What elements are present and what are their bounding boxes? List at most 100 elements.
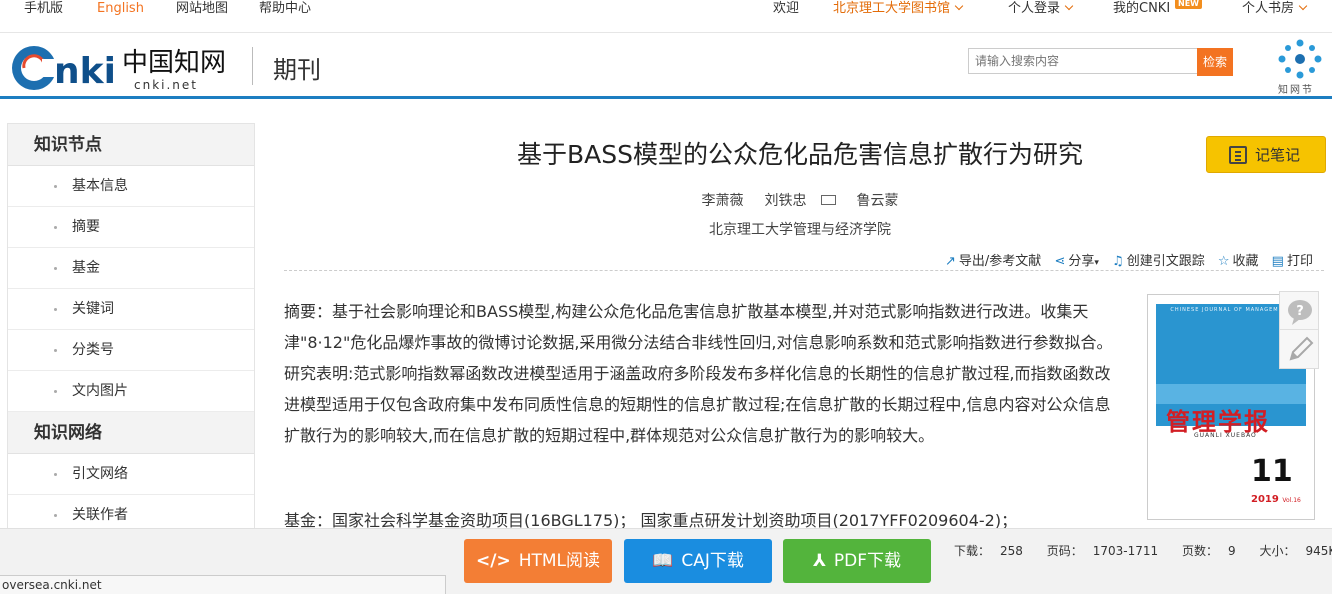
floating-tools: ? xyxy=(1279,291,1319,369)
sidebar-item-classification[interactable]: 分类号 xyxy=(8,330,254,371)
cover-vol: Vol.16 xyxy=(1282,497,1301,504)
sidebar-head-knowledge: 知识节点 xyxy=(8,124,254,166)
pencil-icon xyxy=(1289,336,1314,361)
search-input[interactable] xyxy=(968,48,1198,74)
logo-sub: cnki.net xyxy=(134,78,198,92)
article-title: 基于BASS模型的公众危化品危害信息扩散行为研究 xyxy=(517,140,1083,169)
welcome-text: 欢迎 xyxy=(773,1,800,16)
mobile-link[interactable]: 手机版 xyxy=(24,0,63,18)
take-note-label: 记笔记 xyxy=(1255,146,1301,164)
bookshelf-dropdown[interactable]: 个人书房 xyxy=(1242,0,1308,18)
mail-icon xyxy=(820,195,836,205)
affiliation-link[interactable]: 北京理工大学管理与经济学院 xyxy=(400,219,1200,239)
page-count-value: 9 xyxy=(1228,544,1236,558)
top-bar: 手机版 English 网站地图 帮助中心 欢迎 北京理工大学图书馆 个人登录 … xyxy=(0,0,1332,33)
english-link[interactable]: English xyxy=(97,0,144,18)
sidebar-item-citation-network[interactable]: 引文网络 xyxy=(8,454,254,495)
sidebar-item-keywords[interactable]: 关键词 xyxy=(8,289,254,330)
size-meta: 大小： 945K xyxy=(1260,544,1332,558)
abstract-text: 基于社会影响理论和BASS模型,构建公众危化品危害信息扩散基本模型,并对范式影响… xyxy=(284,302,1113,445)
logo-text: 中国知网 xyxy=(122,48,226,78)
cover-issue: 11 xyxy=(1251,454,1293,489)
take-note-button[interactable]: 记笔记 xyxy=(1206,136,1326,173)
sidebar-head-network: 知识网络 xyxy=(8,412,254,454)
size-value: 945K xyxy=(1305,544,1332,558)
author-list: 李萧薇 刘铁忠 鲁云蒙 xyxy=(400,190,1200,210)
sidebar-item-abstract[interactable]: 摘要 xyxy=(8,207,254,248)
author-link[interactable]: 刘铁忠 xyxy=(758,193,843,209)
author-link[interactable]: 鲁云蒙 xyxy=(857,193,899,209)
downloads-value: 258 xyxy=(1000,544,1023,558)
library-dropdown[interactable]: 北京理工大学图书馆 xyxy=(833,0,964,18)
library-label: 北京理工大学图书馆 xyxy=(833,1,951,16)
author-name: 刘铁忠 xyxy=(764,193,807,209)
article-meta: 下载： 258 页码： 1703-1711 页数： 9 大小： 945K xyxy=(954,542,1332,559)
share-label: 分享 xyxy=(1068,254,1095,269)
print-label: 打印 xyxy=(1286,254,1313,269)
favorite-button[interactable]: ☆ 收藏 xyxy=(1218,254,1259,269)
sitemap-link[interactable]: 网站地图 xyxy=(176,0,228,18)
logo-separator xyxy=(252,47,253,85)
abstract-label: 摘要： xyxy=(284,302,333,321)
downloads-label: 下载： xyxy=(954,544,991,558)
speech-bubble-icon: ? xyxy=(1288,300,1312,325)
article-toolbar: ↗ 导出/参考文献 ⋖ 分享▾ ♫ 创建引文跟踪 ☆ 收藏 ▤ 打印 xyxy=(945,250,1322,269)
pages-meta: 页码： 1703-1711 xyxy=(1047,544,1168,558)
site-header: nki 中国知网 cnki.net 期刊 检索 知网节 xyxy=(0,33,1332,99)
html-read-label: HTML阅读 xyxy=(518,551,600,571)
sidebar-item-figures[interactable]: 文内图片 xyxy=(8,371,254,412)
sidebar-item-fund[interactable]: 基金 xyxy=(8,248,254,289)
downloads-meta: 下载： 258 xyxy=(954,544,1033,558)
chevron-down-icon xyxy=(954,1,964,11)
comment-button[interactable]: ? xyxy=(1280,292,1318,330)
sidebar-item-basic-info[interactable]: 基本信息 xyxy=(8,166,254,207)
pdf-icon: ⅄ xyxy=(812,551,826,571)
share-icon: ⋖ xyxy=(1054,254,1066,269)
edit-button[interactable] xyxy=(1280,330,1318,368)
printer-icon: ▤ xyxy=(1271,254,1284,269)
sidebar: 知识节点 基本信息 摘要 基金 关键词 分类号 文内图片 知识网络 引文网络 关… xyxy=(7,123,255,543)
chevron-down-icon xyxy=(1064,1,1074,11)
svg-text:?: ? xyxy=(1296,304,1304,319)
pdf-download-button[interactable]: ⅄ PDF下载 xyxy=(783,539,931,583)
help-link[interactable]: 帮助中心 xyxy=(259,0,311,18)
caj-download-label: CAJ下载 xyxy=(681,551,744,571)
chevron-down-icon xyxy=(1298,1,1308,11)
search-button[interactable]: 检索 xyxy=(1197,48,1233,76)
caj-download-button[interactable]: 📖 CAJ下载 xyxy=(624,539,772,583)
notebook-icon xyxy=(1229,146,1247,164)
author-link[interactable]: 李萧薇 xyxy=(702,193,744,209)
size-label: 大小： xyxy=(1259,544,1296,558)
status-bar-url: oversea.cnki.net xyxy=(0,575,446,594)
login-label: 个人登录 xyxy=(1008,1,1061,16)
book-icon: 📖 xyxy=(652,551,674,571)
pdf-download-label: PDF下载 xyxy=(833,551,902,571)
zhiwangjie-label: 知网节 xyxy=(1278,85,1314,96)
bookshelf-label: 个人书房 xyxy=(1242,1,1295,16)
page-count-meta: 页数： 9 xyxy=(1182,544,1246,558)
cnki-logo[interactable]: nki 中国知网 cnki.net xyxy=(10,41,232,93)
pages-label: 页码： xyxy=(1046,544,1083,558)
svg-text:nki: nki xyxy=(54,51,116,92)
abstract: 摘要：基于社会影响理论和BASS模型,构建公众危化品危害信息扩散基本模型,并对范… xyxy=(284,296,1124,451)
favorite-label: 收藏 xyxy=(1232,254,1259,269)
track-citation-button[interactable]: ♫ 创建引文跟踪 xyxy=(1112,254,1205,269)
mycnki-link[interactable]: 我的CNKI xyxy=(1113,0,1170,18)
cover-year-text: 2019 xyxy=(1251,494,1279,505)
html-read-button[interactable]: </> HTML阅读 xyxy=(464,539,612,583)
cover-band xyxy=(1156,384,1306,404)
export-label: 导出/参考文献 xyxy=(958,254,1042,269)
new-badge: NEW xyxy=(1175,0,1202,9)
print-button[interactable]: ▤ 打印 xyxy=(1272,254,1313,269)
share-button[interactable]: ⋖ 分享▾ xyxy=(1054,254,1098,269)
export-button[interactable]: ↗ 导出/参考文献 xyxy=(945,254,1041,269)
cover-year: 2019 Vol.16 xyxy=(1251,494,1301,505)
page-count-label: 页数： xyxy=(1182,544,1219,558)
star-icon: ☆ xyxy=(1217,254,1230,269)
divider xyxy=(284,270,1324,271)
bell-icon: ♫ xyxy=(1112,254,1124,269)
export-icon: ↗ xyxy=(945,254,956,269)
pages-value: 1703-1711 xyxy=(1092,544,1159,558)
track-label: 创建引文跟踪 xyxy=(1126,254,1205,269)
login-dropdown[interactable]: 个人登录 xyxy=(1008,0,1074,18)
